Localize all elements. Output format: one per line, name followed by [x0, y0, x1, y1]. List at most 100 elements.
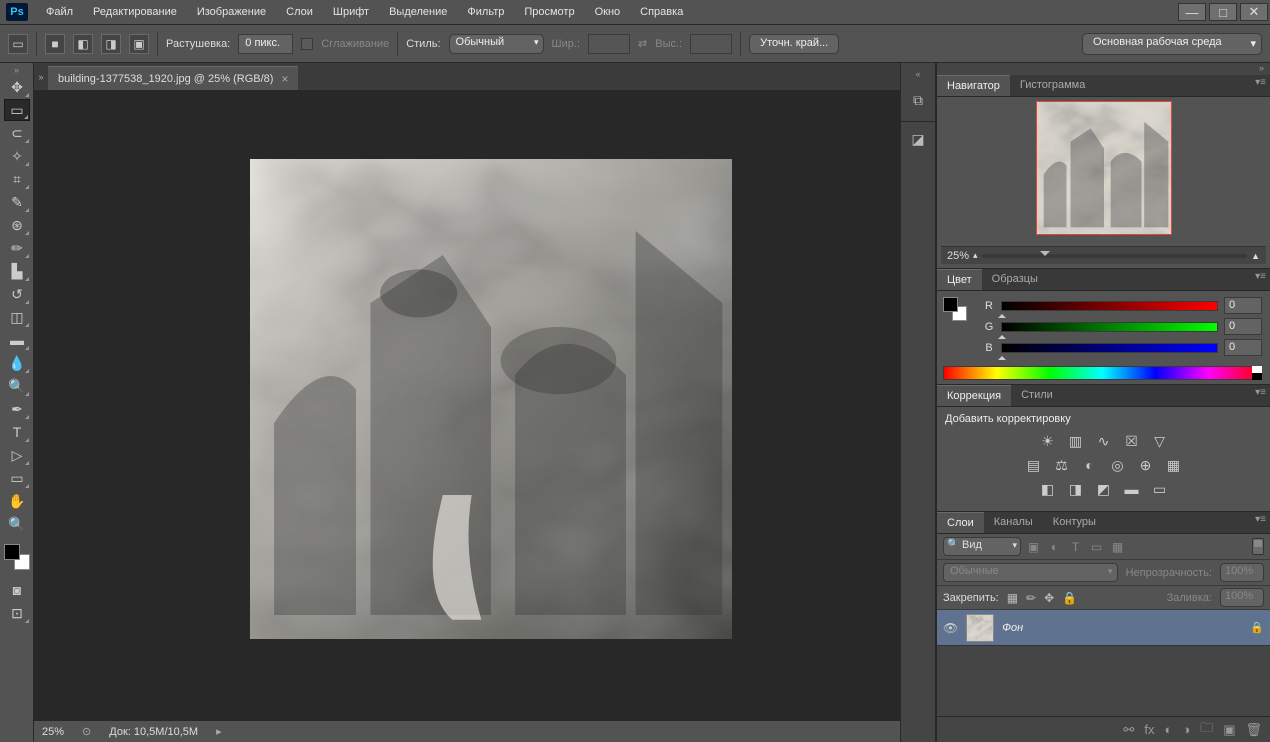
filter-image-icon[interactable]: ▣ [1025, 538, 1042, 555]
gradient-tool[interactable]: ▬ [4, 329, 30, 351]
color-spectrum[interactable] [943, 366, 1262, 380]
filter-smart-icon[interactable]: ▦ [1109, 538, 1126, 555]
nav-zoom-in-icon[interactable]: ▲ [1251, 251, 1260, 261]
magic-wand-tool[interactable]: ✧ [4, 145, 30, 167]
panels-collapse-icon[interactable]: » [937, 63, 1270, 75]
crop-tool[interactable]: ⌗ [4, 168, 30, 190]
document-tab[interactable]: building-1377538_1920.jpg @ 25% (RGB/8) … [48, 66, 298, 90]
style-select[interactable]: Обычный [449, 34, 544, 54]
adj-mixer-icon[interactable]: ⊕ [1137, 457, 1155, 473]
close-button[interactable]: ✕ [1240, 3, 1268, 21]
menu-type[interactable]: Шрифт [323, 2, 379, 22]
adj-thresh-icon[interactable]: ◩ [1095, 481, 1113, 497]
brush-tool[interactable]: ✏ [4, 237, 30, 259]
menu-layers[interactable]: Слои [276, 2, 323, 22]
blend-mode-select[interactable]: Обычные [943, 563, 1118, 582]
adj-brightness-icon[interactable]: ☀ [1039, 433, 1057, 449]
layer-fx-icon[interactable]: fx [1144, 722, 1154, 737]
color-menu-icon[interactable]: ▾≡ [1255, 271, 1266, 282]
workspace-selector[interactable]: Основная рабочая среда [1082, 33, 1262, 55]
maximize-button[interactable]: □ [1209, 3, 1237, 21]
menu-help[interactable]: Справка [630, 2, 693, 22]
adj-lut-icon[interactable]: ▦ [1165, 457, 1183, 473]
fg-swatch[interactable] [4, 544, 20, 560]
adj-balance-icon[interactable]: ⚖ [1053, 457, 1071, 473]
tab-close-icon[interactable]: × [281, 72, 288, 86]
layer-name[interactable]: Фон [1002, 622, 1023, 634]
lock-move-icon[interactable]: ✥ [1044, 591, 1054, 605]
layers-menu-icon[interactable]: ▾≡ [1255, 514, 1266, 525]
color-swatch-box[interactable] [943, 297, 967, 321]
r-slider[interactable] [1001, 301, 1218, 311]
filter-type-icon[interactable]: T [1067, 538, 1084, 555]
nav-zoom-out-icon[interactable]: ▴ [973, 250, 978, 261]
g-value[interactable]: 0 [1224, 318, 1262, 335]
menu-view[interactable]: Просмотр [514, 2, 584, 22]
dodge-tool[interactable]: 🔍 [4, 375, 30, 397]
eraser-tool[interactable]: ◫ [4, 306, 30, 328]
healing-tool[interactable]: ⊛ [4, 214, 30, 236]
refine-edge-button[interactable]: Уточн. край... [749, 34, 839, 54]
delete-layer-icon[interactable]: 🗑 [1245, 722, 1262, 738]
properties-panel-icon[interactable]: ◪ [905, 126, 931, 152]
filter-shape-icon[interactable]: ▭ [1088, 538, 1105, 555]
link-layers-icon[interactable]: ⚯ [1123, 722, 1134, 738]
menu-filter[interactable]: Фильтр [457, 2, 514, 22]
history-panel-icon[interactable]: ⧉ [905, 87, 931, 113]
nav-zoom-slider[interactable] [982, 254, 1248, 258]
new-group-icon[interactable]: 🗀 [1200, 719, 1213, 741]
marquee-tool-icon[interactable]: ▭ [8, 34, 28, 54]
tab-histogram[interactable]: Гистограмма [1010, 75, 1096, 96]
lock-pixels-icon[interactable]: ▦ [1007, 591, 1018, 605]
add-selection-icon[interactable]: ◧ [73, 34, 93, 54]
b-value[interactable]: 0 [1224, 339, 1262, 356]
lock-paint-icon[interactable]: ✏ [1026, 591, 1036, 605]
tab-adjustments[interactable]: Коррекция [937, 385, 1011, 406]
fill-input[interactable]: 100% [1220, 588, 1264, 607]
navigator-thumbnail[interactable] [1036, 101, 1172, 235]
lock-all-icon[interactable]: 🔒 [1062, 591, 1077, 605]
filter-toggle[interactable] [1252, 538, 1264, 555]
menu-window[interactable]: Окно [585, 2, 631, 22]
menu-file[interactable]: Файл [36, 2, 83, 22]
new-selection-icon[interactable]: ■ [45, 34, 65, 54]
intersect-selection-icon[interactable]: ▣ [129, 34, 149, 54]
document-canvas[interactable] [250, 159, 732, 639]
canvas-viewport[interactable] [34, 91, 900, 720]
status-icon[interactable]: ⊙ [82, 725, 91, 738]
tabbar-collapse-icon[interactable]: » [34, 63, 48, 90]
adjust-menu-icon[interactable]: ▾≡ [1255, 387, 1266, 398]
layer-row[interactable]: 👁 Фон 🔒 [937, 610, 1270, 646]
blur-tool[interactable]: 💧 [4, 352, 30, 374]
layer-lock-icon[interactable]: 🔒 [1250, 621, 1264, 634]
lasso-tool[interactable]: ⊂ [4, 122, 30, 144]
pen-tool[interactable]: ✒ [4, 398, 30, 420]
history-brush-tool[interactable]: ↺ [4, 283, 30, 305]
feather-input[interactable]: 0 пикс. [238, 34, 293, 54]
r-value[interactable]: 0 [1224, 297, 1262, 314]
tab-swatches[interactable]: Образцы [982, 269, 1048, 290]
b-slider[interactable] [1001, 343, 1218, 353]
tab-layers[interactable]: Слои [937, 512, 984, 533]
adj-photo-icon[interactable]: ◎ [1109, 457, 1127, 473]
tab-color[interactable]: Цвет [937, 269, 982, 290]
adj-bw-icon[interactable]: ◐ [1081, 457, 1099, 473]
layer-visibility-icon[interactable]: 👁 [943, 621, 958, 635]
filter-adjust-icon[interactable]: ◐ [1046, 538, 1063, 555]
menu-image[interactable]: Изображение [187, 2, 276, 22]
shape-tool[interactable]: ▭ [4, 467, 30, 489]
adj-gradmap-icon[interactable]: ▬ [1123, 481, 1141, 497]
eyedropper-tool[interactable]: ✎ [4, 191, 30, 213]
adj-levels-icon[interactable]: ▥ [1067, 433, 1085, 449]
tab-styles[interactable]: Стили [1011, 385, 1063, 406]
adj-vibrance-icon[interactable]: ▽ [1151, 433, 1169, 449]
layer-thumbnail[interactable] [966, 614, 994, 642]
nav-zoom-value[interactable]: 25% [947, 250, 969, 262]
tab-navigator[interactable]: Навигатор [937, 75, 1010, 96]
color-swatches[interactable] [4, 544, 30, 570]
subtract-selection-icon[interactable]: ◨ [101, 34, 121, 54]
status-chevron-icon[interactable]: ▸ [216, 725, 222, 738]
navigator-menu-icon[interactable]: ▾≡ [1255, 77, 1266, 88]
g-slider[interactable] [1001, 322, 1218, 332]
layer-filter-select[interactable]: Вид [943, 537, 1021, 556]
